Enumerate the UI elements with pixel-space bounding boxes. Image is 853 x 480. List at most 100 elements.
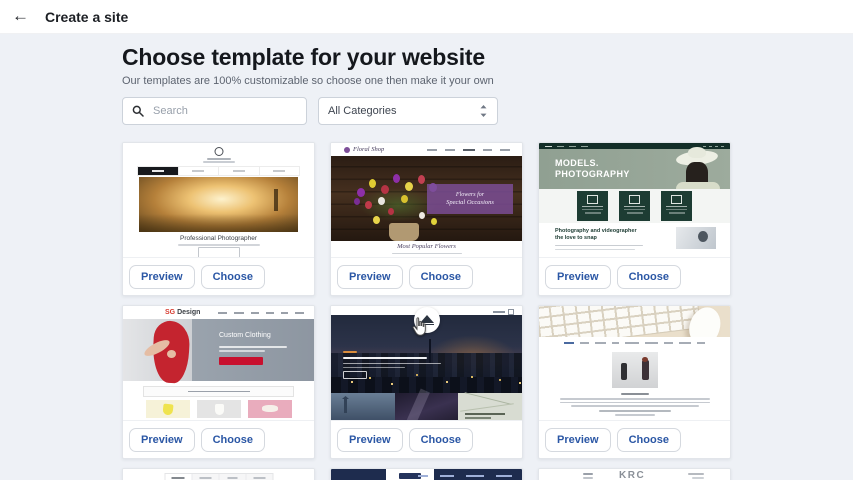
template-card-models-photography[interactable]: MODELS. PHOTOGRAPHY: [538, 142, 731, 296]
tulip: [357, 188, 365, 197]
card-actions: Preview Choose: [123, 421, 314, 459]
spire: [429, 339, 431, 363]
template-thumbnail-photographer[interactable]: Professional Photographer: [123, 143, 314, 258]
feature-tiles: [539, 189, 730, 223]
site-navbar: [418, 475, 512, 477]
choose-button[interactable]: Choose: [201, 428, 265, 452]
decor-line: [203, 161, 235, 163]
site-logo-icon: [344, 147, 350, 153]
decor-line: [343, 367, 405, 369]
hero-title-line: PHOTOGRAPHY: [555, 169, 630, 180]
top-bar: ← Create a site: [0, 0, 853, 34]
decor-line: [178, 244, 260, 246]
feature-tile: [661, 191, 692, 221]
body-section: Photography and videographer the love to…: [539, 223, 730, 257]
template-thumbnail-keyboard-business[interactable]: [539, 306, 730, 421]
tab: [218, 474, 245, 480]
tab-bar: [164, 473, 273, 480]
template-thumbnail-tabbed-site[interactable]: [123, 469, 314, 480]
choose-button[interactable]: Choose: [409, 428, 473, 452]
template-card-photographer[interactable]: Professional Photographer Preview Choose: [122, 142, 315, 296]
site-logo-text: Floral Shop: [353, 146, 384, 153]
decor-line: [615, 414, 655, 416]
model-hat-crown: [688, 147, 706, 158]
site-navbar: [427, 149, 510, 151]
nav-item: [178, 167, 219, 175]
choose-button[interactable]: Choose: [409, 265, 473, 289]
promo-banner: [143, 386, 294, 397]
tulip: [393, 174, 400, 183]
template-thumbnail-krc-site[interactable]: KRC: [539, 469, 730, 480]
site-logo-text: KRC: [619, 470, 645, 480]
back-arrow-icon[interactable]: ←: [12, 7, 29, 24]
site-logo-text: SG Design: [165, 309, 200, 316]
city-lights: [351, 381, 353, 383]
decor-line: [560, 402, 710, 404]
template-thumbnail-navy-header-site[interactable]: [331, 469, 522, 480]
section-subheading: Our templates are 100% customizable so c…: [122, 75, 494, 87]
tulip: [354, 198, 360, 205]
section-heading: Choose template for your website: [122, 44, 485, 71]
search-input[interactable]: [151, 104, 297, 118]
template-thumbnail-floral-shop[interactable]: Floral Shop: [331, 143, 522, 258]
hero-photo-keyboard: [539, 306, 730, 337]
mini-button: [198, 247, 240, 258]
tulip: [401, 195, 408, 203]
body-image-office: [612, 352, 658, 388]
body-heading-line: Photography and videographer: [555, 228, 650, 235]
site-navbar: [539, 342, 730, 344]
nav-item: [218, 167, 259, 175]
template-card-sg-design[interactable]: SG Design Custom Clothing: [122, 305, 315, 459]
tulip: [418, 175, 425, 184]
site-navbar: [218, 312, 304, 314]
tab: [191, 474, 218, 480]
template-card-tabbed-site[interactable]: Preview Choose: [122, 468, 315, 480]
category-selected-value: All Categories: [328, 105, 396, 117]
product-row: [143, 400, 294, 418]
site-logo-icon: [214, 147, 223, 156]
create-site-page: ← Create a site Choose template for your…: [0, 0, 853, 480]
template-thumbnail-models-photography[interactable]: MODELS. PHOTOGRAPHY: [539, 143, 730, 258]
tulip: [378, 197, 385, 205]
template-thumbnail-sg-design[interactable]: SG Design Custom Clothing: [123, 306, 314, 421]
decor-line: [621, 393, 649, 395]
banner-line: Special Occasions: [446, 199, 494, 207]
preview-button[interactable]: Preview: [337, 428, 403, 452]
template-card-keyboard-business[interactable]: Preview Choose: [538, 305, 731, 459]
choose-button[interactable]: Choose: [617, 265, 681, 289]
search-field[interactable]: [122, 97, 307, 125]
decor-line: [692, 477, 704, 479]
site-title: Professional Photographer: [123, 235, 314, 242]
decor-line: [555, 249, 635, 250]
decor-line: [343, 357, 427, 360]
preview-button[interactable]: Preview: [545, 428, 611, 452]
decor-line: [583, 473, 593, 475]
preview-button[interactable]: Preview: [129, 428, 195, 452]
vase: [389, 223, 419, 241]
choose-button[interactable]: Choose: [617, 428, 681, 452]
decor-line: [688, 473, 704, 475]
hero-photo-model: MODELS. PHOTOGRAPHY: [539, 149, 730, 189]
category-dropdown[interactable]: All Categories: [318, 97, 498, 125]
preview-button[interactable]: Preview: [129, 265, 195, 289]
card-actions: Preview Choose: [331, 258, 522, 296]
logo-rest: Design: [177, 309, 200, 316]
tulip: [365, 201, 372, 209]
choose-button[interactable]: Choose: [201, 265, 265, 289]
decor-line: [555, 245, 643, 246]
tulip: [369, 179, 376, 188]
decor-line: [207, 158, 231, 160]
preview-button[interactable]: Preview: [337, 265, 403, 289]
decor-shadow: [139, 214, 298, 232]
preview-button[interactable]: Preview: [545, 265, 611, 289]
template-card-krc-site[interactable]: KRC Preview Choose: [538, 468, 731, 480]
decor-line: [560, 398, 710, 400]
mini-button: [343, 371, 367, 379]
chevron-up-down-icon: [479, 104, 488, 118]
feature-tile: [577, 191, 608, 221]
decor-line: [599, 410, 671, 412]
decor-line: [219, 346, 287, 348]
template-card-navy-header-site[interactable]: Preview Choose: [330, 468, 523, 480]
template-card-floral-shop[interactable]: Floral Shop: [330, 142, 523, 296]
gallery-row: [331, 393, 522, 420]
